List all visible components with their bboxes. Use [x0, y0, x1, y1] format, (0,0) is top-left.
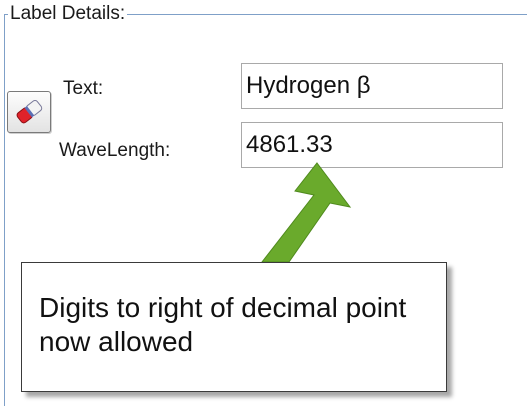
wavelength-input[interactable]: [241, 122, 503, 168]
text-input[interactable]: [241, 63, 503, 109]
eraser-icon: [16, 99, 43, 124]
callout-text: Digits to right of decimal point now all…: [39, 292, 407, 357]
groupbox-title: Label Details:: [8, 3, 128, 25]
callout-box: Digits to right of decimal point now all…: [21, 262, 447, 392]
wavelength-label: WaveLength:: [59, 140, 171, 161]
clear-label-button[interactable]: [7, 91, 51, 133]
text-label: Text:: [63, 78, 104, 99]
